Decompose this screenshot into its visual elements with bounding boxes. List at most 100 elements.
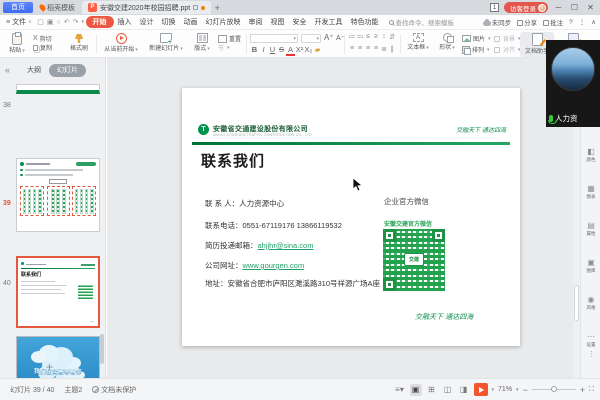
cut-button[interactable]: X剪切 xyxy=(33,34,52,43)
align-objects-button[interactable]: 对齐 xyxy=(494,45,521,54)
resume-email-row[interactable]: 简历投递邮箱：ahjjhr@sina.com xyxy=(205,240,313,251)
indent-icon[interactable]: ≥ xyxy=(372,33,380,41)
shapes-button[interactable]: 形状 xyxy=(436,33,458,51)
zoom-caret-icon[interactable]: ▾ xyxy=(516,387,519,393)
canvas-scrollbar-thumb[interactable] xyxy=(574,285,579,321)
underline-button[interactable]: U xyxy=(268,45,277,56)
sync-status-button[interactable]: 未同步 xyxy=(483,17,512,27)
add-slide-button[interactable]: + xyxy=(46,360,53,374)
share-button[interactable]: 分享 xyxy=(517,17,537,27)
tab-document[interactable]: P 安徽交建2020年校园招聘.ppt xyxy=(82,1,211,14)
window-count-badge[interactable]: 1 xyxy=(490,3,499,12)
more-menu-icon[interactable]: ⋮ xyxy=(579,18,586,26)
zoom-in-button[interactable]: + xyxy=(580,385,585,395)
zoom-slider[interactable] xyxy=(532,389,576,391)
thumbnail-slide-39-selected[interactable]: 联系我们 ~~ xyxy=(16,256,100,328)
redo-icon[interactable]: ↷ xyxy=(73,18,79,26)
zoom-out-button[interactable]: − xyxy=(523,385,528,395)
columns-icon[interactable]: ∥ xyxy=(388,45,396,53)
slides-tab[interactable]: 幻灯片 xyxy=(49,64,86,77)
ribbon-tab-review[interactable]: 审阅 xyxy=(245,17,267,27)
align-left-icon[interactable]: ≡ xyxy=(348,45,356,53)
align-center-icon[interactable]: ≡ xyxy=(356,45,364,53)
help-button[interactable]: ? xyxy=(569,19,573,26)
italic-button[interactable]: I xyxy=(259,45,268,56)
website-link[interactable]: www.gourgen.com xyxy=(243,261,305,270)
editing-canvas[interactable]: T 安徽省交通建设股份有限公司 ANHUI GOURGEN TRAFFIC CO… xyxy=(107,58,573,378)
quickbar-caret-icon[interactable]: ▾ xyxy=(82,19,85,25)
email-link[interactable]: ahjjhr@sina.com xyxy=(258,241,314,250)
slideshow-play-button[interactable] xyxy=(474,383,488,396)
video-call-overlay[interactable]: 人力资 xyxy=(546,40,600,127)
ribbon-tab-insert[interactable]: 插入 xyxy=(114,17,136,27)
paste-button[interactable]: 粘贴 xyxy=(5,33,29,54)
arrange-button[interactable]: 排列 xyxy=(462,45,491,54)
minimize-button[interactable]: ─ xyxy=(553,3,564,12)
outdent-icon[interactable]: ≤ xyxy=(364,33,372,41)
protection-status[interactable]: 文档未保护 xyxy=(92,385,136,395)
layout-button[interactable]: 版式 xyxy=(189,33,215,52)
play-options-caret-icon[interactable]: ▾ xyxy=(492,387,495,393)
ribbon-tab-animation[interactable]: 动画 xyxy=(180,17,202,27)
font-family-select[interactable] xyxy=(250,34,298,43)
picture-button[interactable]: 图片 xyxy=(462,34,491,43)
ribbon-tab-devtools[interactable]: 开发工具 xyxy=(311,17,347,27)
collapse-panel-button[interactable]: « xyxy=(0,65,15,75)
address-row[interactable]: 地址：安徽省合肥市庐阳区濉溪路310号祥源广场A座 xyxy=(205,278,380,289)
normal-view-button[interactable]: ▣ xyxy=(410,384,422,396)
panel-more-handle[interactable]: ⋮ xyxy=(588,353,595,357)
reset-button[interactable]: 重置 xyxy=(218,34,241,43)
zoom-level[interactable]: 71% xyxy=(498,386,512,393)
collapse-ribbon-icon[interactable]: ∧ xyxy=(591,18,596,26)
command-search-input[interactable]: 查找命令、搜索模板 xyxy=(389,17,455,27)
file-menu-button[interactable]: ≡ 文件 ∨ xyxy=(0,17,36,27)
ribbon-tab-features[interactable]: 特色功能 xyxy=(347,17,383,27)
save-icon[interactable]: ▢ xyxy=(37,18,44,26)
print-icon[interactable]: ▣ xyxy=(47,18,54,26)
pin-tab-icon[interactable] xyxy=(193,5,198,10)
distribute-icon[interactable]: ≣ xyxy=(380,45,388,53)
contact-person-row[interactable]: 联 系 人：人力资源中心 xyxy=(205,198,284,209)
font-size-select[interactable] xyxy=(301,34,321,43)
comment-button[interactable]: 批注 xyxy=(543,17,563,27)
ribbon-tab-home[interactable]: 开始 xyxy=(86,16,114,28)
undo-icon[interactable]: ↶ xyxy=(64,18,70,26)
highlight-button[interactable]: ▰ xyxy=(313,45,322,56)
close-button[interactable]: ✕ xyxy=(585,3,596,12)
panel-gallery-button[interactable]: ▣图库 xyxy=(581,258,600,274)
background-button[interactable]: 背景 xyxy=(494,34,521,43)
reading-view-button[interactable]: ◫ xyxy=(442,384,454,396)
ribbon-tab-security[interactable]: 安全 xyxy=(289,17,311,27)
bullet-list-icon[interactable]: ≔ xyxy=(348,33,356,41)
ribbon-tab-slideshow[interactable]: 幻灯片放映 xyxy=(202,17,245,27)
slide-title[interactable]: 联系我们 xyxy=(201,150,265,171)
new-slide-button[interactable]: 新建幻灯片 xyxy=(146,33,186,52)
guest-login-button[interactable]: 访客登录 xyxy=(504,2,548,13)
fullscreen-icon[interactable]: ⛶ xyxy=(589,386,594,394)
tab-home[interactable]: 首页 xyxy=(3,2,33,13)
thumbnail-slide-38[interactable] xyxy=(16,158,100,232)
preview-icon[interactable]: ○ xyxy=(57,19,61,26)
theme-label[interactable]: 主题2 xyxy=(64,385,82,395)
line-spacing-icon[interactable]: ↕ xyxy=(380,33,388,41)
panel-chart-button[interactable]: ▦图表 xyxy=(581,184,600,200)
tab-docer-templates[interactable]: 稻壳模板 xyxy=(33,2,82,13)
new-tab-button[interactable]: + xyxy=(211,3,223,13)
font-grow-button[interactable]: A⁺ xyxy=(324,33,334,42)
strikethrough-button[interactable]: S xyxy=(277,45,286,56)
justify-icon[interactable]: ≡ xyxy=(372,45,380,53)
panel-style-button[interactable]: ◉风格 xyxy=(581,295,600,311)
notes-button[interactable]: ≡▾ xyxy=(394,384,406,396)
panel-color-button[interactable]: ◧颜色 xyxy=(581,147,600,163)
section-button[interactable]: 节 xyxy=(218,43,241,52)
copy-button[interactable]: 复制 xyxy=(33,43,52,52)
ribbon-tab-transition[interactable]: 切换 xyxy=(158,17,180,27)
play-from-current-button[interactable]: 从当前开始 xyxy=(100,33,142,53)
zoom-slider-thumb[interactable] xyxy=(551,386,557,392)
master-view-button[interactable]: ◨ xyxy=(458,384,470,396)
bold-button[interactable]: B xyxy=(250,45,259,56)
maximize-button[interactable]: ☐ xyxy=(569,3,580,12)
panel-properties-button[interactable]: ▤属性 xyxy=(581,221,600,237)
panel-settings-button[interactable]: ⋯设置 xyxy=(581,332,600,348)
format-painter-button[interactable]: 格式刷 xyxy=(66,33,92,52)
